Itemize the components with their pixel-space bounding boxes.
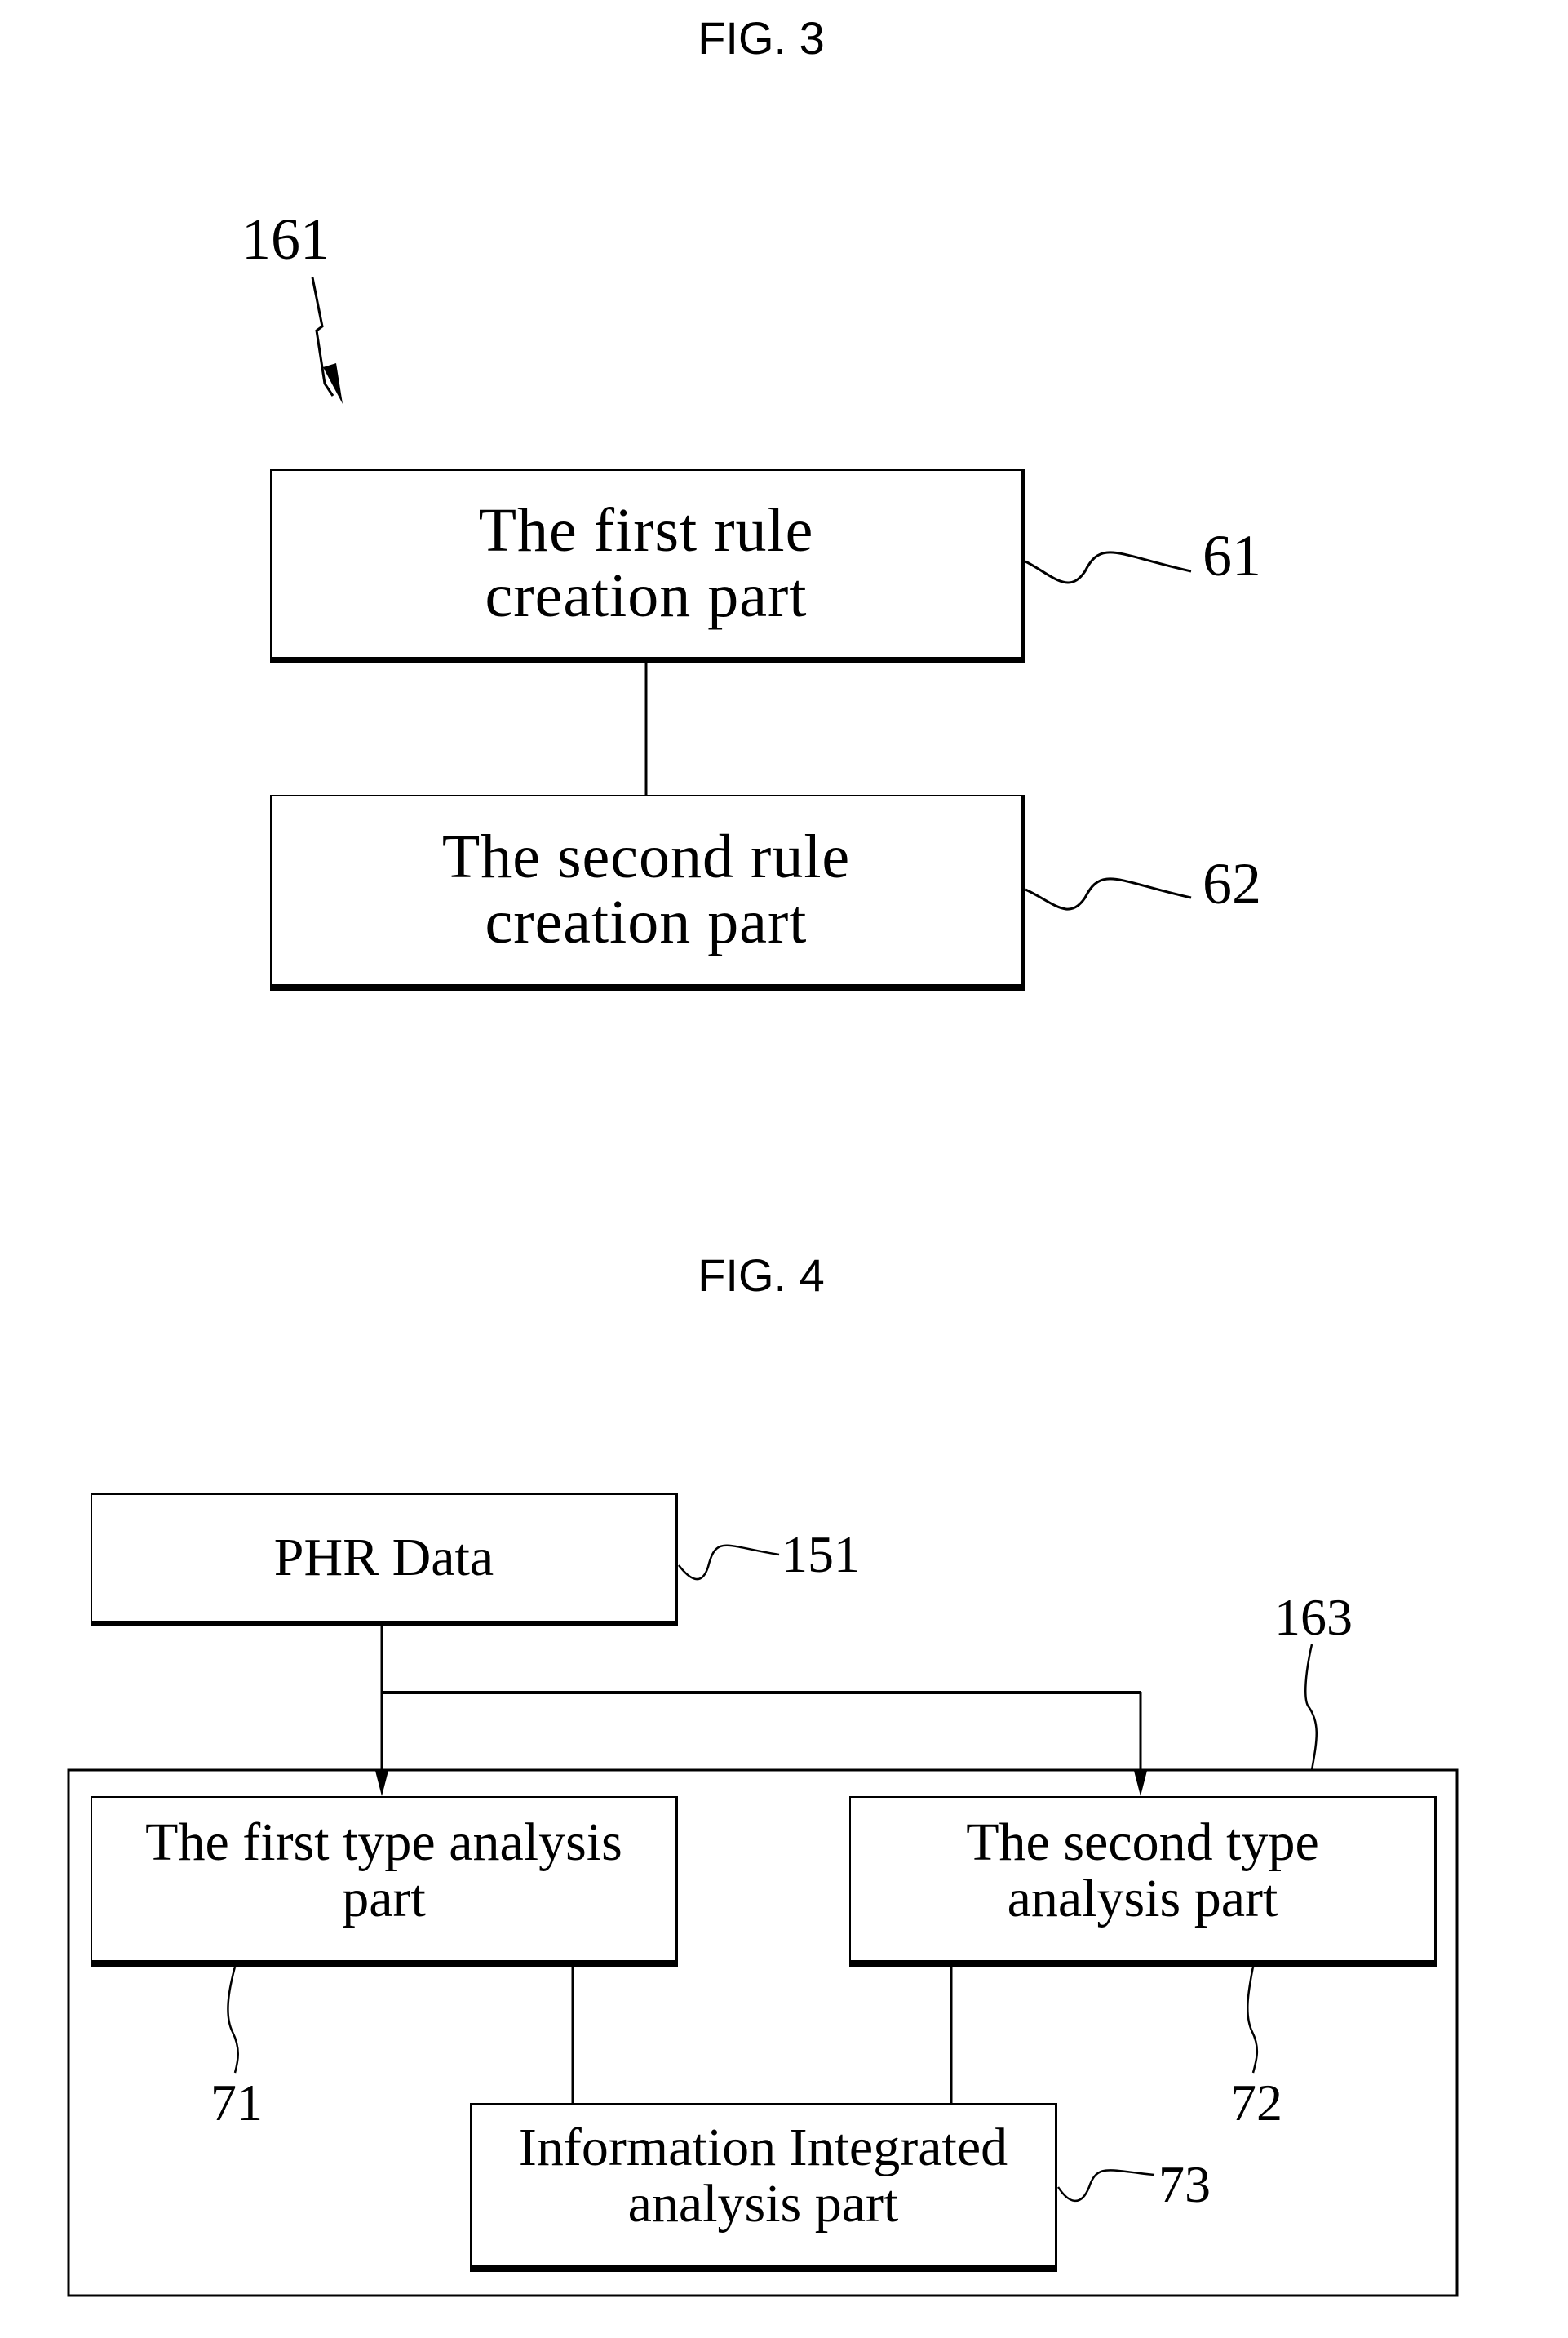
arrowhead-to-72 (1134, 1771, 1147, 1796)
leader-62 (1025, 877, 1192, 911)
leader-163 (1304, 1644, 1318, 1771)
box-71-line2: part (342, 1869, 426, 1929)
ref-label-163: 163 (1274, 1588, 1353, 1646)
box-73-line2: analysis part (627, 2174, 899, 2234)
box-62-line1: The second rule (441, 823, 851, 892)
second-rule-creation-part-box: The second rule creation part (270, 795, 1025, 991)
ref-label-73: 73 (1158, 2155, 1211, 2213)
box-72-line2: analysis part (1007, 1869, 1278, 1929)
box-71-line1: The first type analysis (145, 1812, 622, 1872)
diagram-lines (67, 277, 1459, 2297)
leader-73 (1056, 2169, 1155, 2203)
fig3-title: FIG. 3 (698, 12, 825, 64)
second-type-analysis-part-box: The second type analysis part (849, 1796, 1437, 1967)
phr-data-box: PHR Data (91, 1493, 678, 1626)
ref-label-161: 161 (241, 206, 330, 272)
ref-label-72: 72 (1230, 2074, 1282, 2132)
first-rule-creation-part-box: The first rule creation part (270, 469, 1025, 663)
box-72-line1: The second type (966, 1812, 1319, 1872)
box-62-line2: creation part (485, 888, 808, 956)
first-type-analysis-part-box: The first type analysis part (91, 1796, 678, 1967)
phr-data-label: PHR Data (273, 1528, 494, 1588)
box-61-line2: creation part (485, 561, 808, 630)
leader-61 (1025, 551, 1192, 584)
information-integrated-analysis-part-box: Information Integrated analysis part (470, 2103, 1057, 2272)
box-73-line1: Information Integrated (518, 2118, 1008, 2177)
leader-151 (678, 1544, 780, 1581)
fig4-title: FIG. 4 (698, 1249, 825, 1301)
leader-71 (227, 1966, 239, 2074)
leader-72 (1247, 1966, 1259, 2074)
ref-label-62: 62 (1203, 851, 1261, 916)
box-61-line1: The first rule (478, 496, 814, 566)
ref-label-61: 61 (1203, 523, 1261, 588)
ref-label-151: 151 (782, 1525, 860, 1583)
arrowhead-to-71 (375, 1771, 388, 1796)
ref-label-71: 71 (210, 2074, 263, 2132)
